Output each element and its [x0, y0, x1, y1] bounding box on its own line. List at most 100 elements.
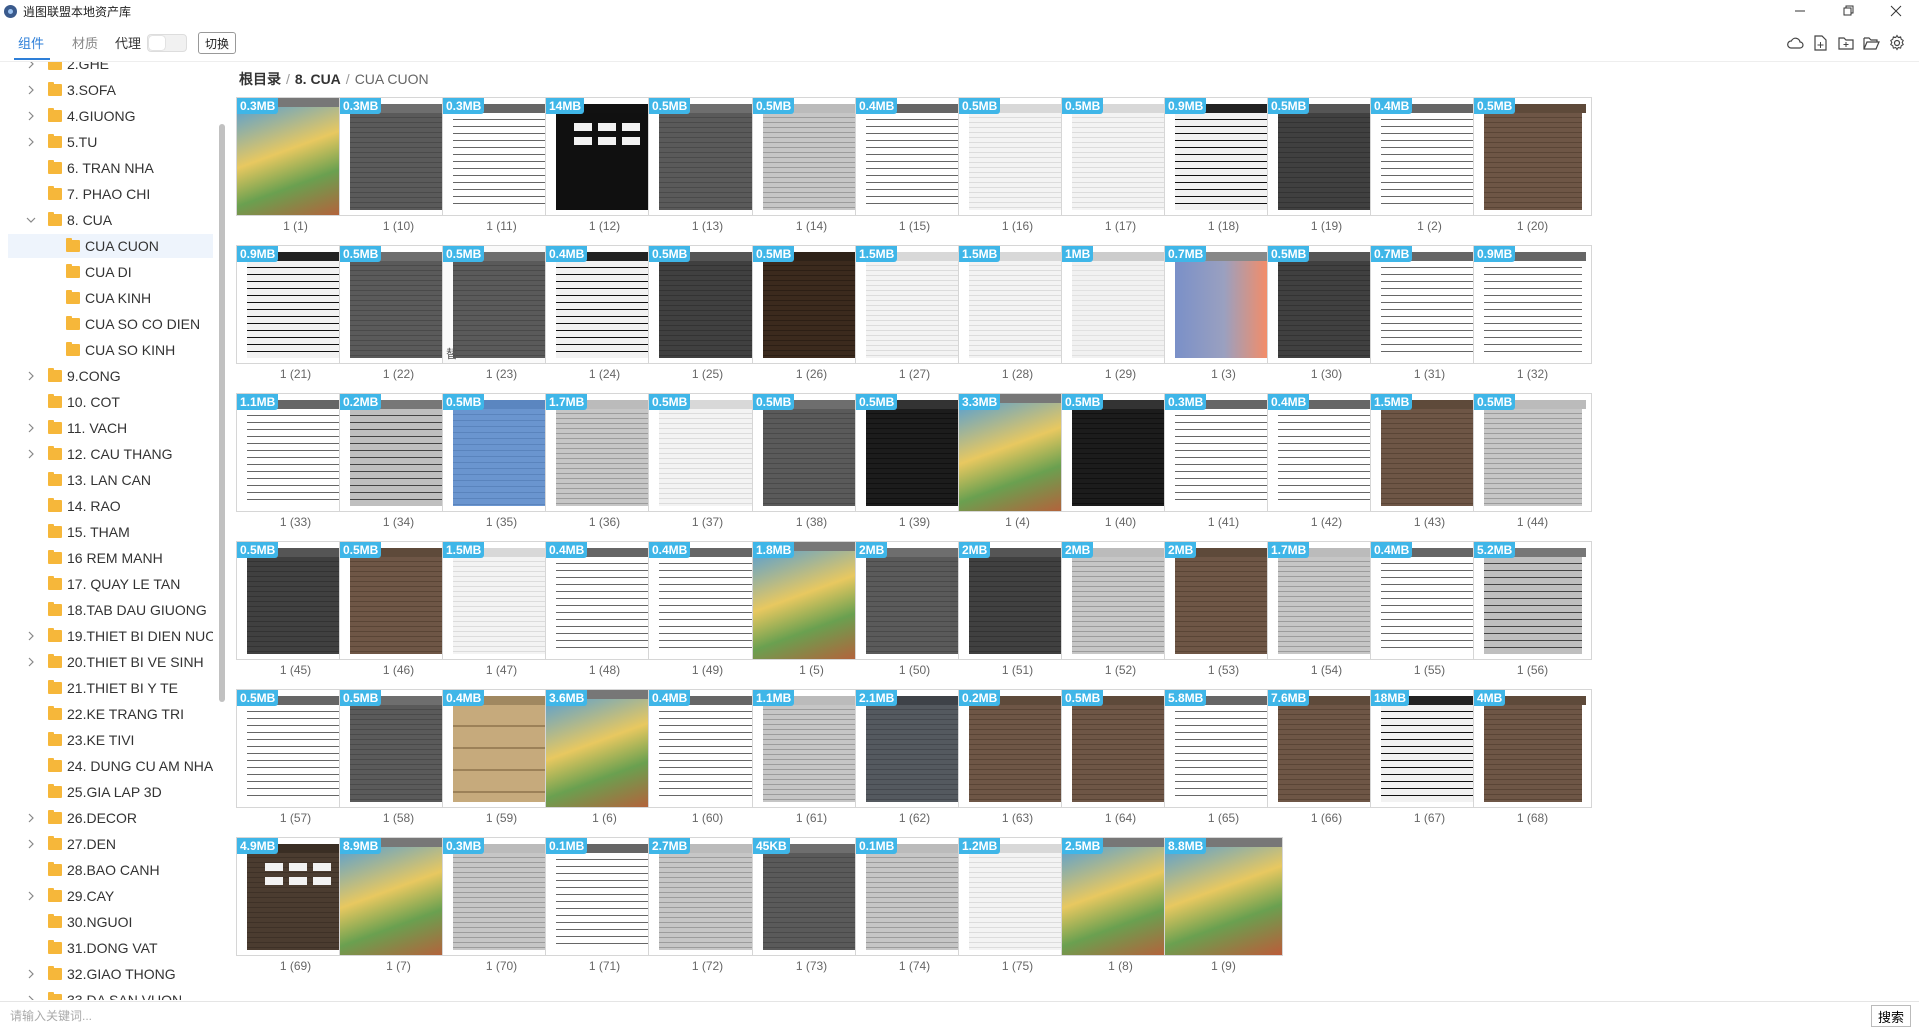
asset-thumbnail[interactable]: 4.9MB [236, 837, 355, 956]
asset-card[interactable]: 0.5MB 1 (19) [1267, 97, 1386, 233]
asset-card[interactable]: 0.4MB 1 (55) [1370, 541, 1489, 677]
asset-card[interactable]: 1.2MB 1 (75) [958, 837, 1077, 973]
asset-card[interactable]: 0.5MB 1 (37) [648, 393, 767, 529]
tree-item[interactable]: 9.CONG [8, 364, 213, 388]
asset-thumbnail[interactable]: 3.3MB [958, 393, 1077, 512]
tree-item[interactable]: 5.TU [8, 130, 213, 154]
asset-thumbnail[interactable]: 45KB [752, 837, 871, 956]
tree-item[interactable]: 20.THIET BI VE SINH [8, 650, 213, 674]
minimize-button[interactable] [1780, 0, 1820, 22]
tree-item[interactable]: CUA DI [8, 260, 213, 284]
asset-card[interactable]: 0.3MB 1 (10) [339, 97, 458, 233]
asset-card[interactable]: 5.2MB 1 (56) [1473, 541, 1592, 677]
tree-item[interactable]: 11. VACH [8, 416, 213, 440]
asset-card[interactable]: 0.4MB 1 (2) [1370, 97, 1489, 233]
chevron-right-icon[interactable] [26, 995, 36, 1000]
asset-thumbnail[interactable]: 0.1MB [545, 837, 664, 956]
asset-thumbnail[interactable]: 0.5MB [648, 393, 767, 512]
asset-card[interactable]: 0.7MB 1 (3) [1164, 245, 1283, 381]
search-input[interactable] [10, 1006, 1860, 1026]
chevron-right-icon[interactable] [26, 137, 36, 147]
chevron-right-icon[interactable] [26, 813, 36, 823]
asset-thumbnail[interactable]: 0.5MB [339, 689, 458, 808]
tree-item[interactable]: 27.DEN [8, 832, 213, 856]
chevron-right-icon[interactable] [26, 371, 36, 381]
asset-thumbnail[interactable]: 0.4MB [855, 97, 974, 216]
asset-thumbnail[interactable]: 0.9MB [236, 245, 355, 364]
restore-button[interactable] [1829, 0, 1869, 22]
asset-thumbnail[interactable]: 0.3MB [236, 97, 355, 216]
asset-card[interactable]: 0.3MB 1 (70) [442, 837, 561, 973]
asset-card[interactable]: 0.5MB 1 (17) [1061, 97, 1180, 233]
chevron-right-icon[interactable] [26, 449, 36, 459]
asset-card[interactable]: 0.9MB 1 (18) [1164, 97, 1283, 233]
asset-card[interactable]: 0.2MB 1 (63) [958, 689, 1077, 825]
tree-item[interactable]: 22.KE TRANG TRI [8, 702, 213, 726]
asset-card[interactable]: 3.6MB 1 (6) [545, 689, 664, 825]
tree-item[interactable]: 7. PHAO CHI [8, 182, 213, 206]
asset-card[interactable]: 18MB 1 (67) [1370, 689, 1489, 825]
asset-thumbnail[interactable]: 0.4MB [545, 245, 664, 364]
asset-thumbnail[interactable]: 0.4MB [545, 541, 664, 660]
asset-card[interactable]: 5.8MB 1 (65) [1164, 689, 1283, 825]
asset-thumbnail[interactable]: 0.9MB [1164, 97, 1283, 216]
tree-item[interactable]: 32.GIAO THONG [8, 962, 213, 986]
asset-card[interactable]: 0.5MB 1 (45) [236, 541, 355, 677]
asset-thumbnail[interactable]: 0.5MB [1267, 245, 1386, 364]
asset-thumbnail[interactable]: 14MB [545, 97, 664, 216]
asset-thumbnail[interactable]: 0.5MB 替 [442, 245, 561, 364]
asset-thumbnail[interactable]: 0.4MB [1370, 541, 1489, 660]
asset-thumbnail[interactable]: 0.2MB [339, 393, 458, 512]
asset-card[interactable]: 0.5MB 替 1 (23) [442, 245, 561, 381]
asset-card[interactable]: 1.5MB 1 (27) [855, 245, 974, 381]
chevron-right-icon[interactable] [26, 631, 36, 641]
asset-thumbnail[interactable]: 2MB [1061, 541, 1180, 660]
asset-thumbnail[interactable]: 1.7MB [545, 393, 664, 512]
asset-thumbnail[interactable]: 0.2MB [958, 689, 1077, 808]
switch-button[interactable]: 切换 [198, 32, 236, 54]
asset-thumbnail[interactable]: 0.3MB [1164, 393, 1283, 512]
asset-card[interactable]: 0.3MB 1 (41) [1164, 393, 1283, 529]
sidebar-scrollbar[interactable] [219, 124, 225, 702]
tree-item[interactable]: CUA KINH [8, 286, 213, 310]
proxy-toggle[interactable] [147, 34, 187, 52]
new-folder-icon[interactable] [1837, 34, 1855, 52]
asset-card[interactable]: 0.5MB 1 (57) [236, 689, 355, 825]
asset-thumbnail[interactable]: 0.9MB [1473, 245, 1592, 364]
tree-item[interactable]: 21.THIET BI Y TE [8, 676, 213, 700]
asset-card[interactable]: 0.5MB 1 (46) [339, 541, 458, 677]
tree-item[interactable]: CUA SO KINH [8, 338, 213, 362]
asset-card[interactable]: 2MB 1 (51) [958, 541, 1077, 677]
asset-thumbnail[interactable]: 0.5MB [442, 393, 561, 512]
asset-thumbnail[interactable]: 0.5MB [752, 245, 871, 364]
asset-card[interactable]: 0.9MB 1 (32) [1473, 245, 1592, 381]
asset-card[interactable]: 2MB 1 (52) [1061, 541, 1180, 677]
asset-card[interactable]: 0.4MB 1 (49) [648, 541, 767, 677]
asset-thumbnail[interactable]: 0.5MB [855, 393, 974, 512]
asset-thumbnail[interactable]: 2MB [855, 541, 974, 660]
chevron-right-icon[interactable] [26, 111, 36, 121]
asset-thumbnail[interactable]: 7.6MB [1267, 689, 1386, 808]
asset-thumbnail[interactable]: 0.7MB [1370, 245, 1489, 364]
asset-thumbnail[interactable]: 0.1MB [855, 837, 974, 956]
breadcrumb-root[interactable]: 根目录 [239, 69, 281, 89]
tree-item[interactable]: 6. TRAN NHA [8, 156, 213, 180]
asset-thumbnail[interactable]: 2.7MB [648, 837, 767, 956]
asset-card[interactable]: 0.5MB 1 (30) [1267, 245, 1386, 381]
asset-thumbnail[interactable]: 0.5MB [958, 97, 1077, 216]
close-button[interactable] [1876, 0, 1916, 22]
asset-thumbnail[interactable]: 1.8MB [752, 541, 871, 660]
asset-thumbnail[interactable]: 2.1MB [855, 689, 974, 808]
asset-card[interactable]: 1.1MB 1 (33) [236, 393, 355, 529]
asset-thumbnail[interactable]: 1.1MB [752, 689, 871, 808]
asset-card[interactable]: 0.5MB 1 (20) [1473, 97, 1592, 233]
tree-item[interactable]: 14. RAO [8, 494, 213, 518]
tree-item[interactable]: 15. THAM [8, 520, 213, 544]
tree-item[interactable]: 17. QUAY LE TAN [8, 572, 213, 596]
breadcrumb-parent[interactable]: 8. CUA [295, 71, 341, 87]
asset-card[interactable]: 0.4MB 1 (15) [855, 97, 974, 233]
asset-thumbnail[interactable]: 2MB [958, 541, 1077, 660]
tree-item[interactable]: 28.BAO CANH [8, 858, 213, 882]
asset-card[interactable]: 0.4MB 1 (59) [442, 689, 561, 825]
asset-thumbnail[interactable]: 0.4MB [648, 689, 767, 808]
